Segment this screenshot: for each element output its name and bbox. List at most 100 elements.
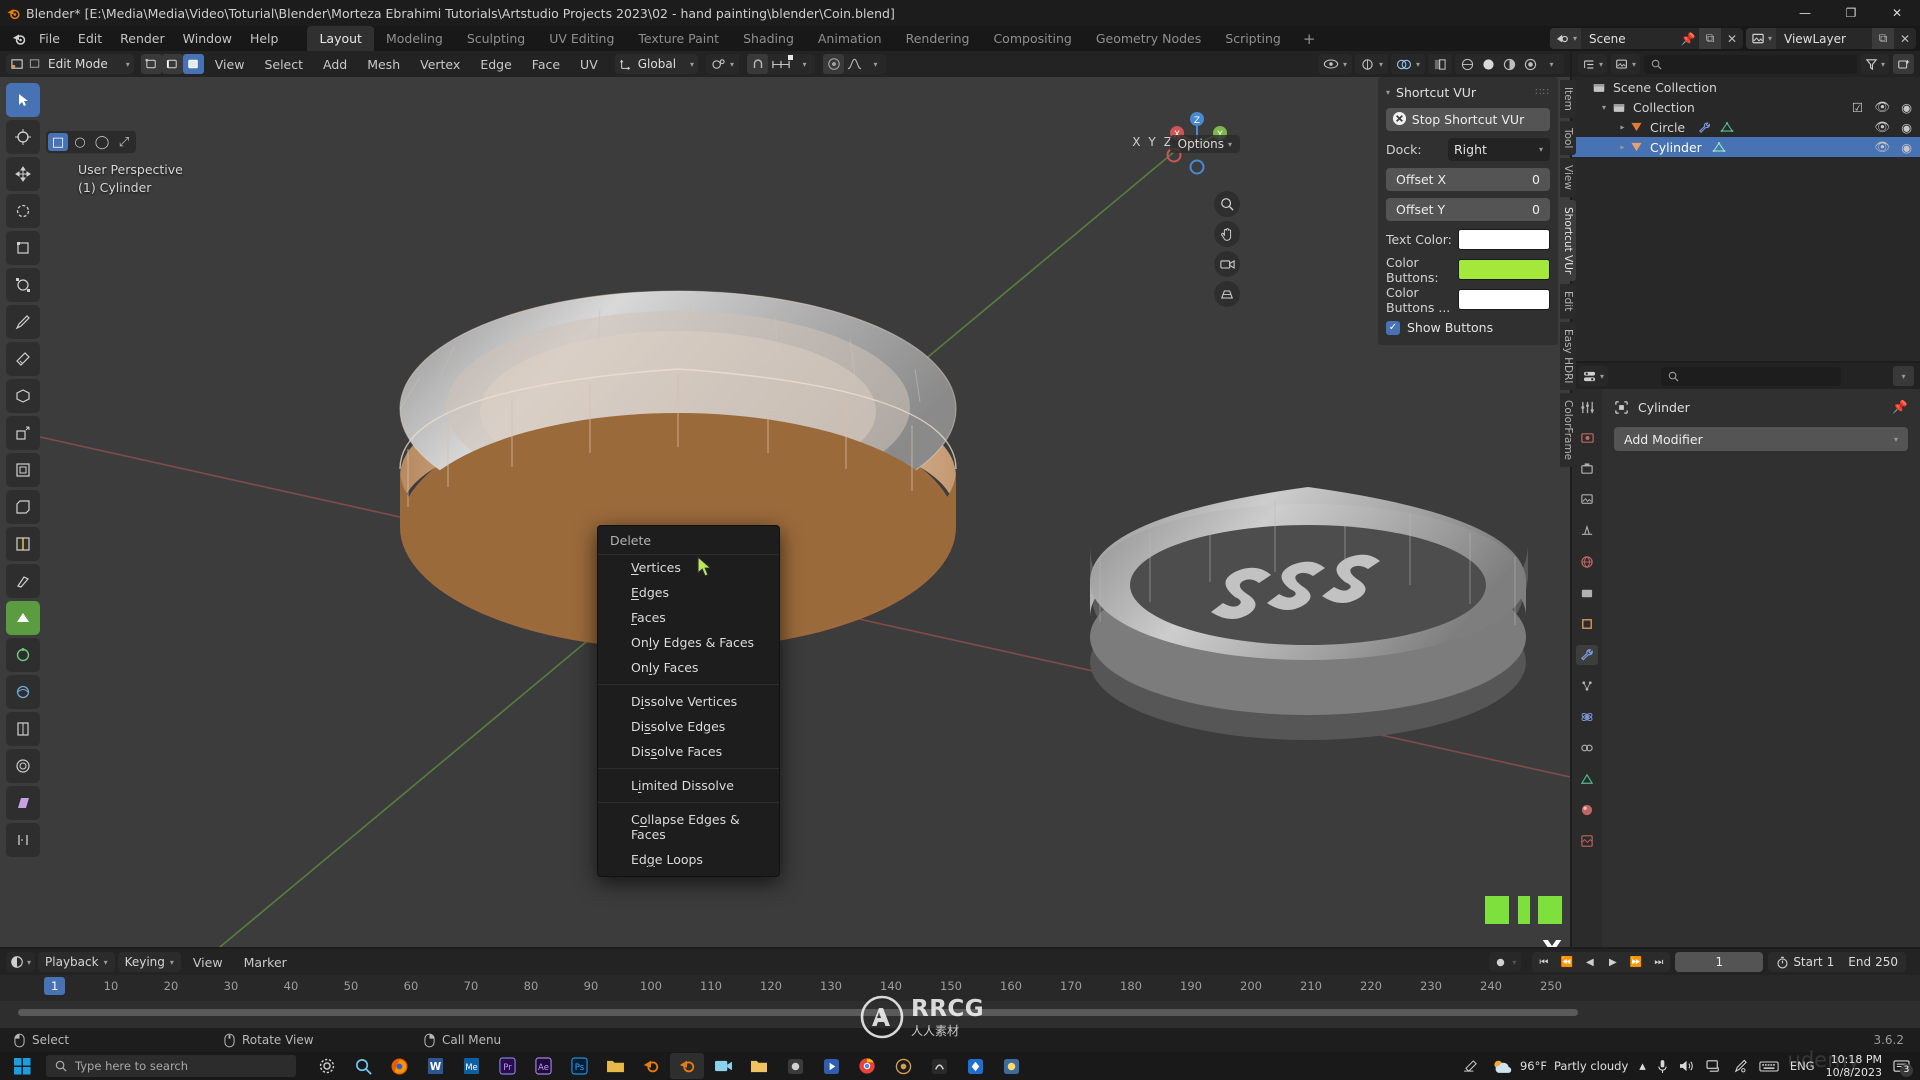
select-mode-circle-icon[interactable]: ○ <box>70 133 90 151</box>
new-scene-icon[interactable]: ⧉ <box>1698 28 1721 49</box>
photoshop-icon[interactable]: Ps <box>562 1053 596 1079</box>
tool-edge-slide[interactable] <box>6 712 40 746</box>
workspace-tab-scripting[interactable]: Scripting <box>1213 26 1293 51</box>
eye-icon[interactable]: 👁 <box>1874 139 1890 155</box>
add-workspace-button[interactable]: + <box>1293 30 1326 48</box>
snap-chevron-down-icon[interactable]: ▾ <box>794 54 815 74</box>
pin-scene-icon[interactable]: 📌 <box>1677 28 1699 49</box>
select-mode-tweak-icon[interactable]: ⤢ <box>114 133 134 151</box>
select-mode-lasso-icon[interactable]: ◯ <box>92 133 112 151</box>
end-frame-value[interactable]: 250 <box>1875 955 1898 969</box>
tool-inset[interactable] <box>6 453 40 487</box>
show-buttons-checkbox[interactable]: ✓ Show Buttons <box>1386 320 1550 335</box>
firefox-icon[interactable] <box>382 1053 416 1079</box>
microphone-icon[interactable] <box>1657 1059 1668 1074</box>
tool-knife[interactable] <box>6 564 40 598</box>
side-tab-colorframe[interactable]: ColorFrame <box>1560 393 1576 468</box>
menu-file[interactable]: File <box>30 29 69 48</box>
tool-measure[interactable] <box>6 342 40 376</box>
tool-cursor[interactable] <box>6 120 40 154</box>
panel-header[interactable]: ▾ Shortcut VUr ∷∷ <box>1386 83 1550 108</box>
overlay-toggles[interactable]: ▾ <box>1390 54 1425 74</box>
tool-annotate[interactable] <box>6 305 40 339</box>
checkbox-icon[interactable]: ☑ <box>1852 100 1863 115</box>
dock-dropdown[interactable]: Right ▾ <box>1448 138 1550 161</box>
tool-shear[interactable] <box>6 786 40 820</box>
mail-icon[interactable]: Me <box>454 1053 488 1079</box>
krita-icon[interactable] <box>994 1053 1028 1079</box>
close-button[interactable]: ✕ <box>1874 0 1920 26</box>
camera-render-icon[interactable]: ◉ <box>1901 120 1912 135</box>
tool-loopcut[interactable] <box>6 527 40 561</box>
outliner-search-input[interactable] <box>1644 54 1857 74</box>
viewport-menu-face[interactable]: Face <box>523 55 569 74</box>
tool-tweak[interactable] <box>6 83 40 117</box>
notifications-icon[interactable]: 3 <box>1893 1059 1913 1077</box>
menu-item-only-faces[interactable]: Only Faces <box>598 655 779 680</box>
proportional-editing-icon[interactable] <box>823 54 845 74</box>
weather-widget[interactable]: 96°F Partly cloudy <box>1491 1057 1628 1076</box>
delete-context-menu[interactable]: Delete Vertices Edges Faces Only Edges &… <box>597 525 780 877</box>
side-tab-view[interactable]: View <box>1560 158 1576 198</box>
viewport-menu-view[interactable]: View <box>206 55 254 74</box>
tab-texture[interactable] <box>1576 831 1598 851</box>
taskbar-search-input[interactable]: Type here to search <box>46 1055 296 1077</box>
rendered-shading-button[interactable] <box>1520 54 1541 74</box>
workspace-tab-geometry-nodes[interactable]: Geometry Nodes <box>1084 26 1213 51</box>
menu-edit[interactable]: Edit <box>69 29 111 48</box>
material-preview-button[interactable] <box>1499 54 1520 74</box>
chevron-up-icon[interactable]: ▴ <box>1639 1059 1646 1074</box>
timeline-horizontal-scrollbar[interactable] <box>18 1009 1578 1016</box>
current-frame-field[interactable]: 1 <box>1675 952 1764 972</box>
menu-item-faces[interactable]: Faces <box>598 605 779 630</box>
menu-item-collapse-edges-faces[interactable]: Collapse Edges & Faces <box>598 807 779 847</box>
solid-shading-button[interactable] <box>1478 54 1499 74</box>
pan-hand-icon[interactable] <box>1214 221 1240 247</box>
new-viewlayer-icon[interactable]: ⧉ <box>1872 28 1894 49</box>
workspace-tab-uv-editing[interactable]: UV Editing <box>537 26 626 51</box>
toggle-ortho-perspective-icon[interactable] <box>1214 281 1240 307</box>
aftereffects-icon[interactable]: Ae <box>526 1053 560 1079</box>
playback-dropdown[interactable]: Playback ▾ <box>38 952 115 972</box>
tool-shrink-fatten[interactable] <box>6 749 40 783</box>
premiere-icon[interactable]: Pr <box>490 1053 524 1079</box>
side-tab-tool[interactable]: Tool <box>1560 120 1576 156</box>
tool-spin[interactable] <box>6 638 40 672</box>
blender-logo-icon[interactable] <box>8 28 30 50</box>
folder-icon[interactable] <box>598 1053 632 1079</box>
menu-item-edges[interactable]: Edges <box>598 580 779 605</box>
gear-icon[interactable] <box>310 1053 344 1079</box>
timeline-menu-view[interactable]: View <box>184 953 232 972</box>
offset-x-field[interactable]: Offset X 0 <box>1386 168 1550 191</box>
tool-add-cube[interactable] <box>6 379 40 413</box>
tab-view-layer[interactable] <box>1576 490 1598 510</box>
tool-poly-build[interactable] <box>6 601 40 635</box>
axis-lock-y[interactable]: Y <box>1148 135 1155 149</box>
xray-toggle[interactable] <box>1428 54 1452 74</box>
unity-icon[interactable] <box>958 1053 992 1079</box>
eye-icon[interactable]: 👁 <box>1874 99 1890 115</box>
tab-render[interactable] <box>1576 428 1598 448</box>
play-reverse-button[interactable]: ◀ <box>1578 952 1601 972</box>
camera-render-icon[interactable]: ◉ <box>1901 100 1912 115</box>
camtasia-icon[interactable] <box>706 1053 740 1079</box>
visibility-toggles[interactable]: ▾ <box>1317 54 1352 74</box>
viewport-options-button[interactable]: Options ▾ <box>1169 135 1240 153</box>
tool-rip-region[interactable] <box>6 823 40 857</box>
tab-object[interactable] <box>1576 614 1598 634</box>
workspace-tab-rendering[interactable]: Rendering <box>894 26 982 51</box>
menu-help[interactable]: Help <box>241 29 288 48</box>
delete-viewlayer-icon[interactable]: ✕ <box>1894 28 1916 49</box>
vertex-select-mode-button[interactable] <box>140 54 162 74</box>
face-select-mode-button[interactable] <box>182 54 204 74</box>
interaction-mode-selector[interactable]: Edit Mode ▾ <box>6 54 134 74</box>
word-icon[interactable]: W <box>418 1053 452 1079</box>
3d-viewport[interactable]: Edit Mode ▾ View Select Add Mesh Vertex … <box>0 51 1570 947</box>
substance-icon[interactable] <box>922 1053 956 1079</box>
tab-output[interactable] <box>1576 459 1598 479</box>
color-buttons-swatch[interactable] <box>1458 259 1550 280</box>
outliner-editor-type-button[interactable]: ▾ <box>1578 54 1608 74</box>
camera-view-icon[interactable] <box>1214 251 1240 277</box>
outliner-row-scene-collection[interactable]: Scene Collection <box>1572 77 1920 97</box>
minimize-button[interactable]: — <box>1782 0 1828 26</box>
